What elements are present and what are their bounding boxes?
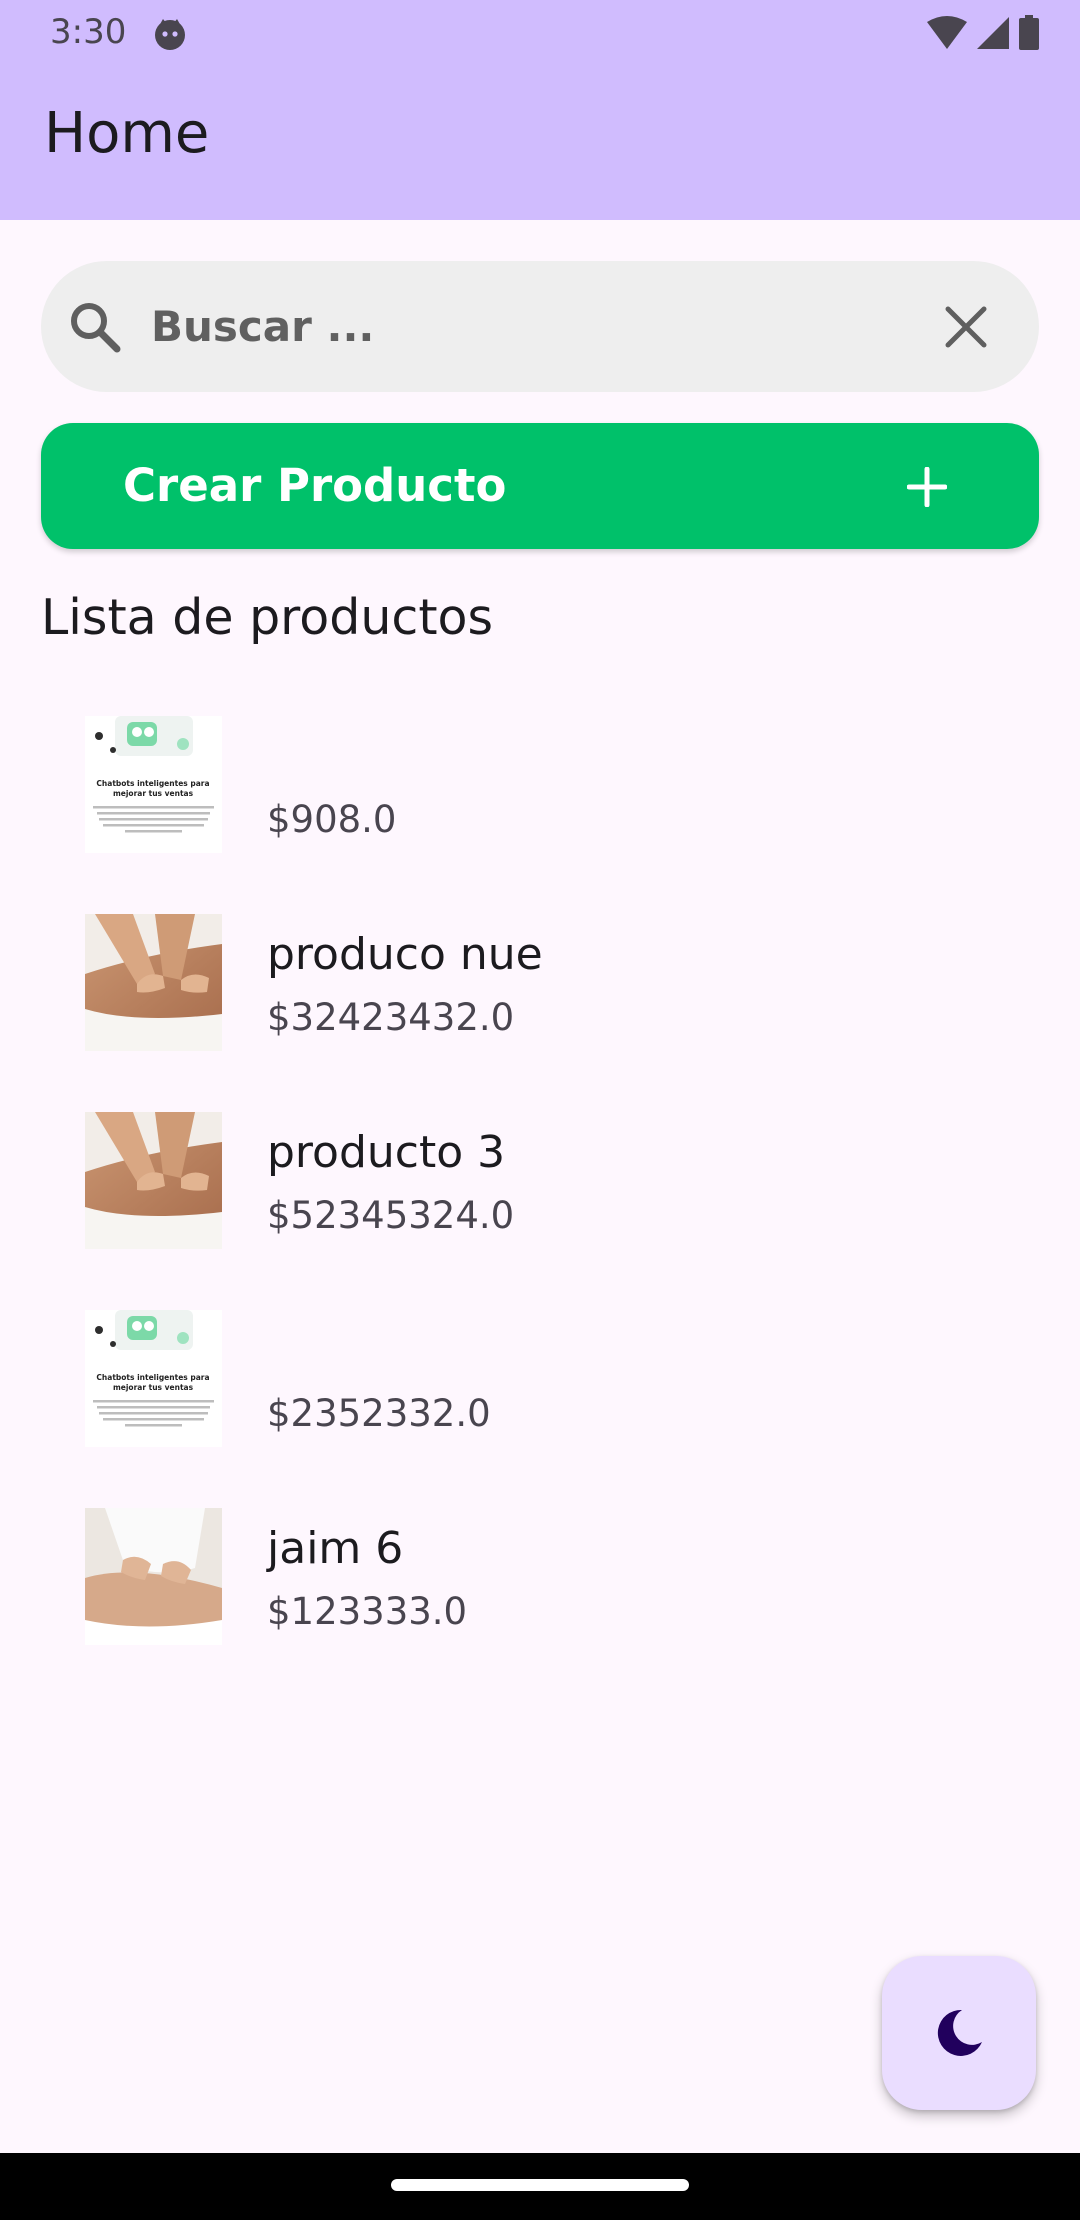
product-thumbnail [85,1112,222,1249]
product-price: $32423432.0 [267,996,515,1039]
top-app-bar: Home [0,66,1080,220]
product-thumbnail [85,1508,222,1645]
product-name: produco nue [267,929,543,980]
android-face-icon [155,19,185,50]
battery-icon [1019,15,1039,50]
product-price: $908.0 [267,798,397,841]
moon-icon [937,2009,982,2056]
page-title: Home [44,101,210,166]
clear-icon[interactable] [941,302,991,352]
product-price: $52345324.0 [267,1194,515,1237]
product-thumbnail [85,914,222,1051]
product-row[interactable]: producto 3 $52345324.0 [0,1076,1080,1274]
section-title: Lista de productos [41,589,494,646]
status-bar: 3:30 [0,0,1080,66]
search-bar[interactable]: Buscar ... [41,261,1039,392]
status-time: 3:30 [50,12,127,52]
product-row[interactable]: Chatbots inteligentes para mejorar tus v… [0,680,1080,878]
create-product-label: Crear Producto [123,459,507,512]
wifi-icon [927,16,967,49]
svg-text:Chatbots inteligentes para: Chatbots inteligentes para [96,1373,209,1382]
product-thumbnail: Chatbots inteligentes para mejorar tus v… [85,716,222,853]
product-price: $123333.0 [267,1590,468,1633]
system-nav-bar [0,2153,1080,2220]
search-icon [71,303,121,353]
product-row[interactable]: produco nue $32423432.0 [0,878,1080,1076]
plus-icon [907,467,947,507]
product-row[interactable]: Chatbots inteligentes para mejorar tus v… [0,1274,1080,1472]
search-input[interactable]: Buscar ... [151,261,374,392]
product-name: producto 3 [267,1127,506,1178]
svg-text:Chatbots inteligentes para: Chatbots inteligentes para [96,779,209,788]
product-row[interactable]: jaim 6 $123333.0 [0,1472,1080,1670]
product-price: $2352332.0 [267,1392,491,1435]
theme-toggle-button[interactable] [882,1956,1036,2110]
product-thumbnail: Chatbots inteligentes para mejorar tus v… [85,1310,222,1447]
create-product-button[interactable]: Crear Producto [41,423,1039,549]
product-name: jaim 6 [267,1523,404,1574]
status-icons [926,14,1040,52]
svg-text:mejorar tus ventas: mejorar tus ventas [113,789,194,798]
signal-icon [977,17,1009,49]
home-gesture-handle[interactable] [391,2179,689,2191]
svg-text:mejorar tus ventas: mejorar tus ventas [113,1383,194,1392]
